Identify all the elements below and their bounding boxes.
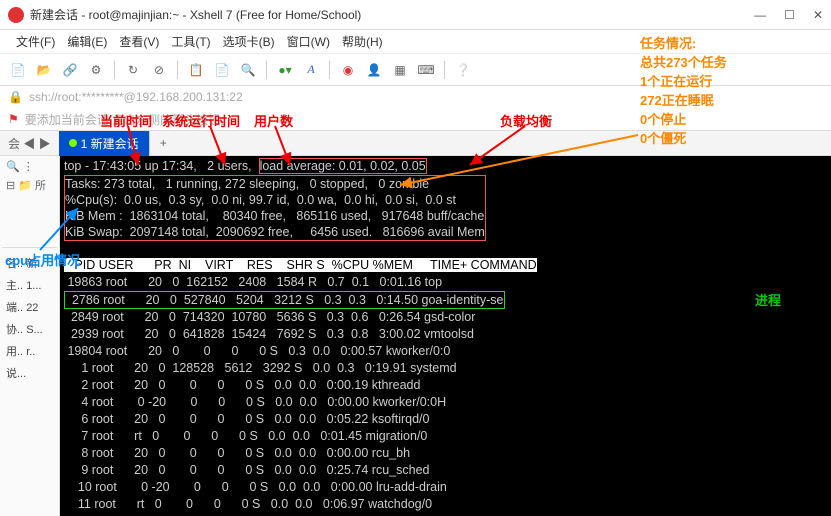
load-avg-box: load average: 0.01, 0.02, 0.05	[259, 158, 427, 174]
copy-icon[interactable]: 📋	[186, 60, 206, 80]
menu-bar: 文件(F) 编辑(E) 查看(V) 工具(T) 选项卡(B) 窗口(W) 帮助(…	[0, 30, 831, 54]
terminal[interactable]: top - 17:43:05 up 17:34, 2 users, load a…	[60, 156, 831, 516]
toolbar: 📄 📂 🔗 ⚙ ↻ ⊘ 📋 📄 🔍 ●▾ A ◉ 👤 ▦ ⌨ ❔	[0, 54, 831, 86]
new-icon[interactable]: 📄	[8, 60, 28, 80]
minimize-button[interactable]: —	[754, 8, 766, 22]
menu-window[interactable]: 窗口(W)	[283, 31, 334, 52]
prop-user: 用..	[6, 346, 23, 358]
menu-file[interactable]: 文件(F)	[12, 31, 59, 52]
menu-help[interactable]: 帮助(H)	[338, 31, 387, 52]
table-row: 6 root 20 0 0 0 0 S 0.0 0.0 0:05.22 ksof…	[64, 412, 429, 426]
tab-bar: 会 ◀ ▶ 1 新建会话 +	[0, 130, 831, 156]
tab-scroll[interactable]: 会 ◀ ▶	[0, 135, 59, 152]
process-header: PID USER PR NI VIRT RES SHR S %CPU %MEM …	[64, 258, 537, 272]
table-row: 19804 root 20 0 0 0 0 S 0.3 0.0 0:00.57 …	[64, 344, 450, 358]
tab-add-button[interactable]: +	[149, 131, 177, 155]
sidebar-all[interactable]: 所	[35, 180, 46, 192]
table-row: 11 root rt 0 0 0 0 S 0.0 0.0 0:06.97 wat…	[64, 497, 432, 511]
reconnect-icon[interactable]: ↻	[123, 60, 143, 80]
status-dot-icon	[69, 139, 77, 147]
maximize-button[interactable]: ☐	[784, 8, 795, 22]
summary-box: Tasks: 273 total, 1 running, 272 sleepin…	[64, 175, 486, 241]
xshell-icon[interactable]: ◉	[338, 60, 358, 80]
address-text[interactable]: ssh://root:*********@192.168.200.131:22	[29, 90, 243, 104]
sidebar-search[interactable]: 🔍 ⋮	[2, 158, 57, 175]
table-row: 19863 root 20 0 162152 2408 1584 R 0.7 0…	[64, 275, 442, 289]
table-row: 2786 root 20 0 527840 5204 3212 S 0.3 0.…	[65, 293, 504, 307]
prop-desc: 说...	[6, 368, 26, 380]
table-row: 10 root 0 -20 0 0 0 S 0.0 0.0 0:00.00 lr…	[64, 480, 447, 494]
prop-port: 端..	[6, 302, 23, 314]
table-row: 2849 root 20 0 714320 10780 5636 S 0.3 0…	[64, 310, 475, 324]
gear-icon[interactable]: ⚙	[86, 60, 106, 80]
title-bar: 新建会话 - root@majinjian:~ - Xshell 7 (Free…	[0, 0, 831, 30]
prop-name: 名..	[6, 258, 23, 270]
flag-icon: ⚑	[8, 112, 19, 126]
tab-label: 1 新建会话	[81, 135, 139, 152]
disconnect-icon[interactable]: ⊘	[149, 60, 169, 80]
window-title: 新建会话 - root@majinjian:~ - Xshell 7 (Free…	[30, 6, 754, 23]
table-row: 8 root 20 0 0 0 0 S 0.0 0.0 0:00.00 rcu_…	[64, 446, 410, 460]
close-button[interactable]: ✕	[813, 8, 823, 22]
top-mem: KiB Mem : 1863104 total, 80340 free, 865…	[65, 209, 484, 223]
table-row: 9 root 20 0 0 0 0 S 0.0 0.0 0:25.74 rcu_…	[64, 463, 429, 477]
table-row: 2 root 20 0 0 0 0 S 0.0 0.0 0:00.19 kthr…	[64, 378, 420, 392]
table-row: 2939 root 20 0 641828 15424 7692 S 0.3 0…	[64, 327, 474, 341]
table-row: 1 root 20 0 128528 5612 3292 S 0.0 0.3 0…	[64, 361, 457, 375]
app-icon	[8, 7, 24, 23]
user-icon[interactable]: 👤	[364, 60, 384, 80]
top-cpu: %Cpu(s): 0.0 us, 0.3 sy, 0.0 ni, 99.7 id…	[65, 193, 456, 207]
search-icon[interactable]: 🔍	[238, 60, 258, 80]
link-icon[interactable]: 🔗	[60, 60, 80, 80]
menu-tabs[interactable]: 选项卡(B)	[219, 31, 279, 52]
open-icon[interactable]: 📂	[34, 60, 54, 80]
font-icon[interactable]: A	[301, 60, 321, 80]
address-bar: 🔒 ssh://root:*********@192.168.200.131:2…	[0, 86, 831, 108]
table-row: 7 root rt 0 0 0 0 S 0.0 0.0 0:01.45 migr…	[64, 429, 427, 443]
sidebar-props: 名.. 新.. 主.. 1... 端.. 22 协.. S... 用.. r..…	[2, 248, 57, 384]
prop-proto: 协..	[6, 324, 23, 336]
tab-session-1[interactable]: 1 新建会话	[59, 131, 149, 156]
tip-text: 要添加当前会话,点击左侧的箭头按钮。	[25, 111, 232, 128]
lock-icon: 🔒	[8, 90, 23, 104]
highlight-row: 2786 root 20 0 527840 5204 3212 S 0.3 0.…	[64, 291, 505, 309]
help-icon[interactable]: ❔	[453, 60, 473, 80]
tip-bar: ⚑ 要添加当前会话,点击左侧的箭头按钮。	[0, 108, 831, 130]
top-line1: top - 17:43:05 up 17:34, 2 users, load a…	[64, 158, 427, 174]
menu-tools[interactable]: 工具(T)	[167, 31, 214, 52]
paste-icon[interactable]: 📄	[212, 60, 232, 80]
sidebar: 🔍 ⋮ ⊟ 📁 所 名.. 新.. 主.. 1... 端.. 22 协.. S.…	[0, 156, 60, 516]
grid-icon[interactable]: ▦	[390, 60, 410, 80]
keyboard-icon[interactable]: ⌨	[416, 60, 436, 80]
menu-edit[interactable]: 编辑(E)	[63, 31, 111, 52]
menu-view[interactable]: 查看(V)	[115, 31, 163, 52]
prop-host: 主..	[6, 280, 23, 292]
top-tasks: Tasks: 273 total, 1 running, 272 sleepin…	[65, 177, 429, 191]
table-row: 4 root 0 -20 0 0 0 S 0.0 0.0 0:00.00 kwo…	[64, 395, 446, 409]
top-swap: KiB Swap: 2097148 total, 2090692 free, 6…	[65, 225, 485, 239]
color-icon[interactable]: ●▾	[275, 60, 295, 80]
